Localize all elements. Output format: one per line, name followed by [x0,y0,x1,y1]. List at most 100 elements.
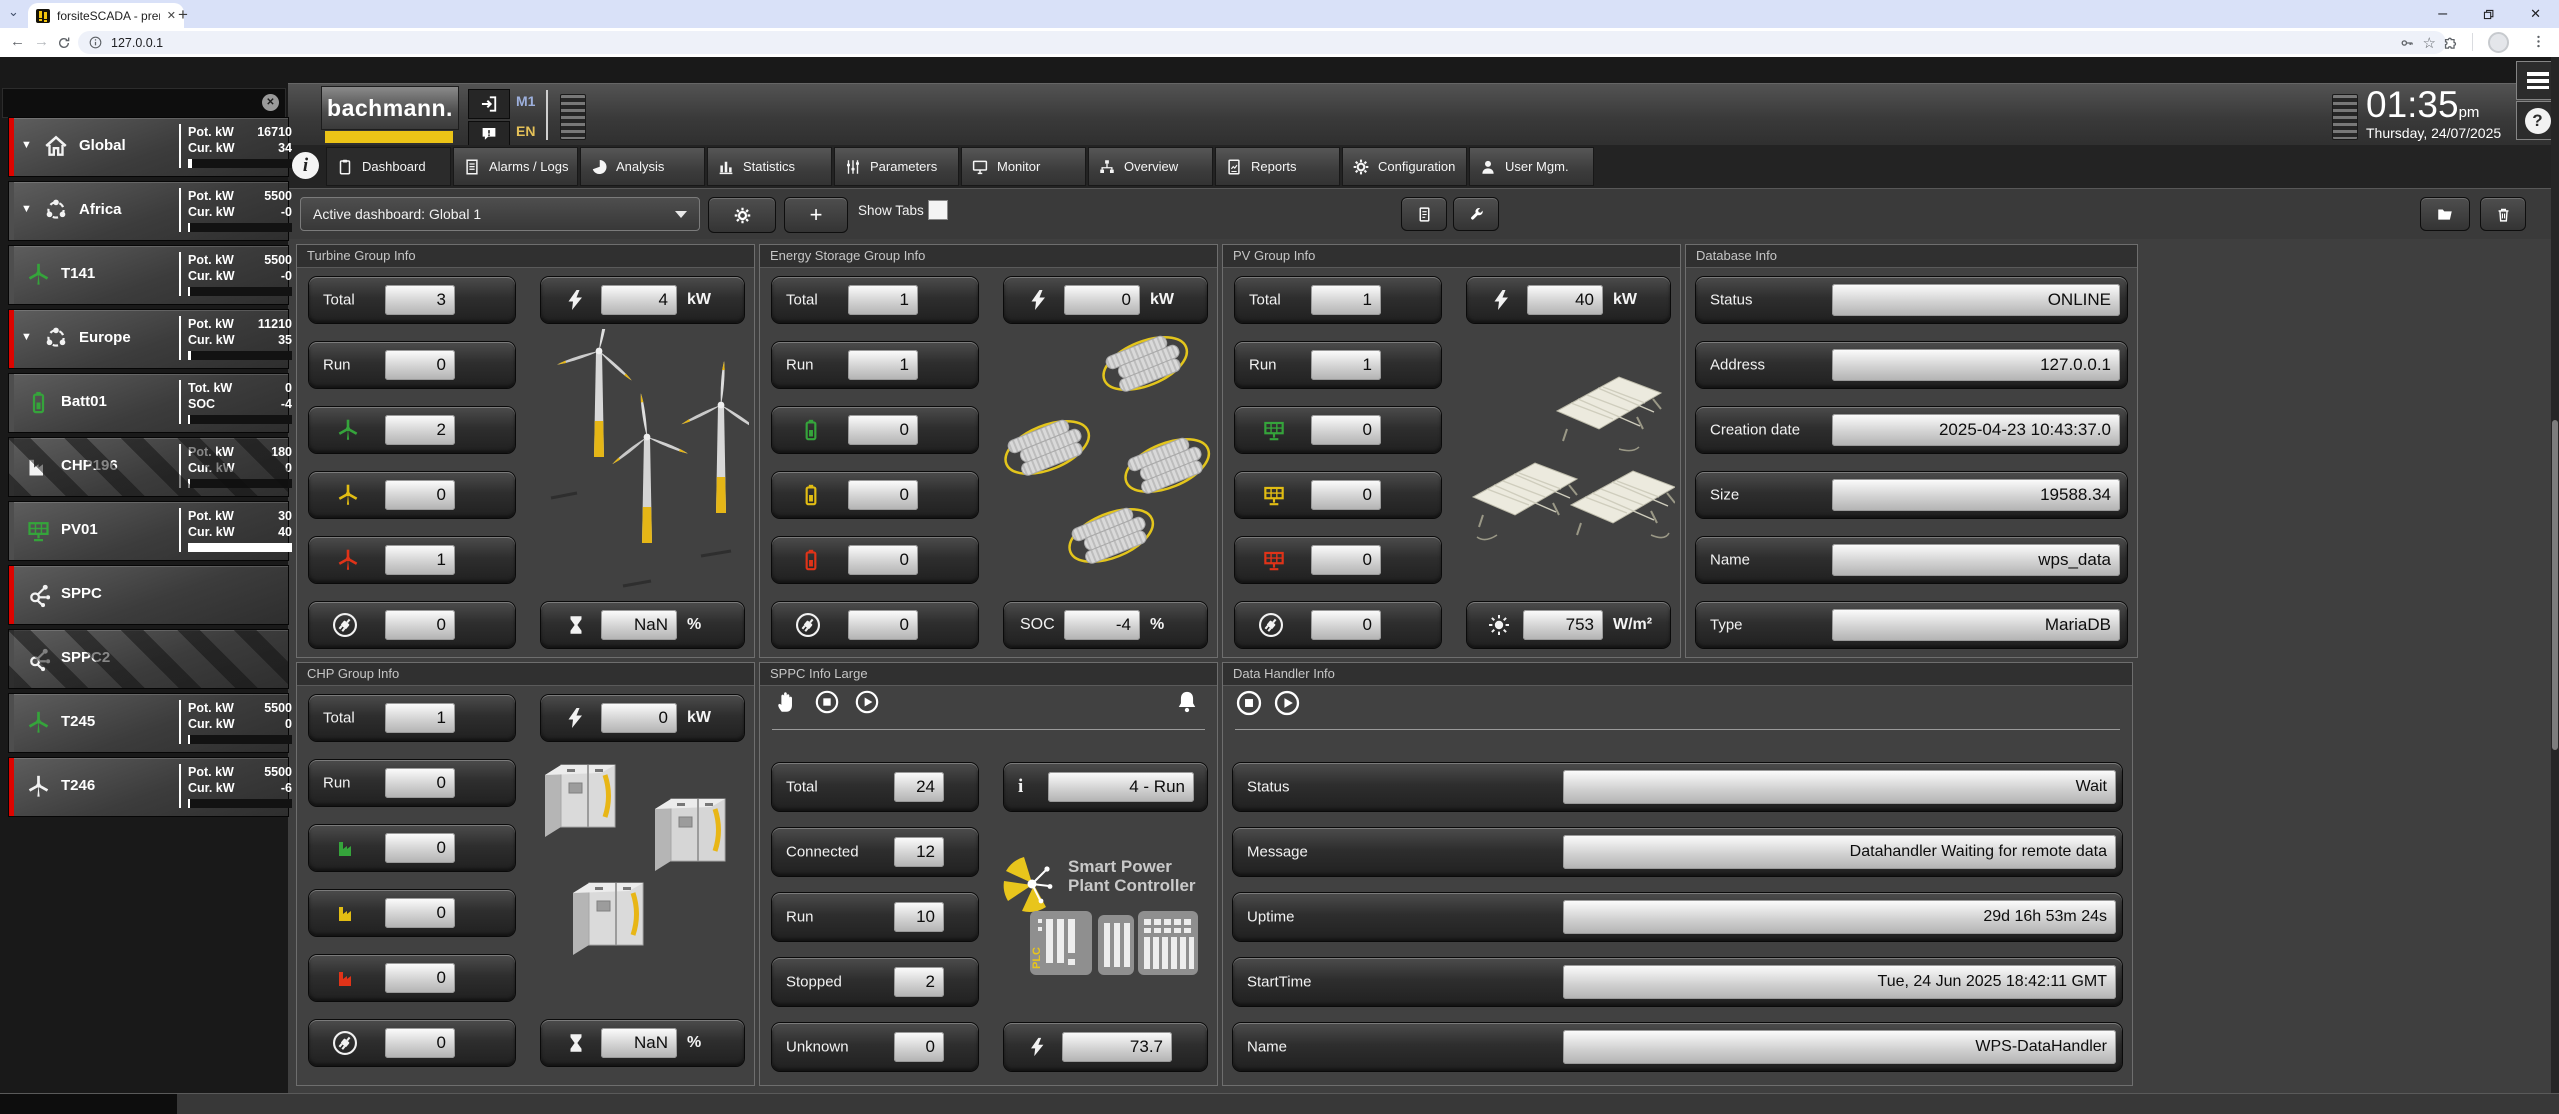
wind-turbine-icon [25,709,52,736]
tree-item-europe[interactable]: ▼ Europe Pot. kW11210 Cur. kW35 [8,309,289,369]
tab-analysis[interactable]: Analysis [580,147,705,186]
delete-dashboard-button[interactable] [2480,197,2526,231]
plug-icon [1257,611,1285,639]
tree-item-batt01[interactable]: Batt01 Tot. kW0 SOC-4 [8,373,289,433]
reload-button[interactable] [56,35,72,51]
bell-icon[interactable] [1174,689,1200,715]
caret-down-icon[interactable]: ▼ [21,203,32,215]
tab-search-icon[interactable]: ⌄ [8,4,19,20]
turbine-red-icon [335,547,361,573]
tree-item-chp196[interactable]: CHP196 Pot. kW180 Cur. kW0 [8,437,289,497]
bolt-icon [563,288,587,312]
scada-app: bachmann. M1 EN 01:35pm Thursday, 24/07/… [0,57,2559,1114]
tab-parameters[interactable]: Parameters [834,147,959,186]
tab-alarms-logs[interactable]: Alarms / Logs [453,147,578,186]
turbine-offline: 0 [309,602,515,648]
scrollbar-thumb[interactable] [2552,420,2558,750]
pv-yellow-icon [1261,482,1287,508]
tree-item-t141[interactable]: T141 Pot. kW5500 Cur. kW-0 [8,245,289,305]
play-icon[interactable] [1273,689,1301,717]
turbine-run: Run0 [309,342,515,388]
manual-hand-icon[interactable] [774,689,800,715]
stop-icon[interactable] [814,689,840,715]
site-info-icon[interactable] [88,35,103,50]
tab-reports[interactable]: Reports [1215,147,1340,186]
browser-menu-icon[interactable] [2530,33,2547,50]
address-bar[interactable]: 127.0.0.1 ☆ [78,31,2446,54]
tab-close-icon[interactable]: ✕ [167,9,176,22]
screen: ⌄ forsiteSCADA - premium ✕ + – ✕ ← → 127… [0,0,2559,1114]
caret-down-icon[interactable]: ▼ [21,139,32,151]
tab-monitor[interactable]: Monitor [961,147,1086,186]
open-dashboard-button[interactable] [2420,197,2470,231]
login-button[interactable] [468,89,510,119]
factory-green-icon [335,836,359,860]
add-dashboard-button[interactable]: + [784,197,848,233]
tree-item-t245[interactable]: T245 Pot. kW5500 Cur. kW0 [8,693,289,753]
bookmark-star-icon[interactable]: ☆ [2423,34,2436,52]
dashboard-settings-button[interactable] [708,197,776,233]
new-tab-button[interactable]: + [178,6,188,23]
url-text: 127.0.0.1 [111,36,2391,50]
battery-icon [25,389,52,416]
storage-power: 0kW [1004,277,1207,323]
tab-dashboard[interactable]: Dashboard [326,147,451,186]
browser-tab[interactable]: forsiteSCADA - premium ✕ [28,3,184,28]
active-dashboard-select[interactable]: Active dashboard: Global 1 [300,197,700,231]
show-tabs-label: Show Tabs [858,203,924,218]
chp-total: Total1 [309,695,515,741]
tab-user-mgmt[interactable]: User Mgm. [1469,147,1594,186]
site-favicon-icon [36,9,50,23]
storage-ok: 0 [772,407,978,453]
tab-configuration[interactable]: Configuration [1342,147,1467,186]
tree-item-pv01[interactable]: PV01 Pot. kW30 Cur. kW40 [8,501,289,561]
pv-ok: 0 [1235,407,1441,453]
notifications-button[interactable] [468,121,510,147]
caret-down-icon[interactable]: ▼ [21,331,32,343]
export-button[interactable] [1401,197,1447,231]
chp-power: 0kW [541,695,744,741]
tree-search-input[interactable]: ✕ [2,88,286,118]
bottom-scrollbar[interactable] [0,1093,2559,1114]
tree-item-sppc[interactable]: SPPC [8,565,289,625]
window-restore-button[interactable] [2481,7,2496,22]
panel-datahandler-info: Data Handler Info StatusWait MessageData… [1222,662,2133,1086]
browser-tab-strip: ⌄ forsiteSCADA - premium ✕ + – ✕ [0,0,2559,28]
chp-availability: NaN% [541,1020,744,1066]
db-status: StatusONLINE [1696,277,2127,323]
password-key-icon[interactable] [2399,35,2415,51]
battery-yellow-icon [798,482,824,508]
stop-icon[interactable] [1235,689,1263,717]
clear-search-icon[interactable]: ✕ [262,94,279,111]
tab-overview[interactable]: Overview [1088,147,1213,186]
tools-button[interactable] [1453,197,1499,231]
tree-item-sppc2[interactable]: SPPC2 [8,629,289,689]
show-tabs-checkbox[interactable] [928,200,948,220]
back-button[interactable]: ← [10,33,25,50]
status-strip [9,502,14,560]
play-icon[interactable] [854,689,880,715]
vertical-scrollbar[interactable] [2551,57,2559,1093]
sppc-hub-icon [25,581,52,608]
extensions-icon[interactable] [2442,34,2459,51]
divider [772,729,1205,730]
window-minimize-button[interactable]: – [2438,5,2447,23]
tree-item-global[interactable]: ▼ Global Pot. kW16710 Cur. kW34 [8,117,289,177]
status-strip [9,630,14,688]
panel-chp-group: CHP Group Info Total1 Run0 0 0 0 0 0kW N… [296,662,755,1086]
tab-statistics[interactable]: Statistics [707,147,832,186]
language-badge[interactable]: EN [516,123,535,139]
sppc-hub-icon [25,645,52,672]
window-close-button[interactable]: ✕ [2530,6,2541,22]
tree-item-africa[interactable]: ▼ Africa Pot. kW5500 Cur. kW-0 [8,181,289,241]
bolt-icon [1026,288,1050,312]
forward-button[interactable]: → [34,33,49,50]
db-type: TypeMariaDB [1696,602,2127,648]
hamburger-icon [2527,72,2549,89]
chp-units-illustration [535,753,749,1013]
profile-avatar[interactable] [2488,32,2509,53]
dh-uptime: Uptime29d 16h 53m 24s [1233,893,2122,941]
hourglass-icon [565,614,587,636]
tree-item-t246[interactable]: T246 Pot. kW5500 Cur. kW-6 [8,757,289,817]
info-icon[interactable]: i [292,152,319,179]
